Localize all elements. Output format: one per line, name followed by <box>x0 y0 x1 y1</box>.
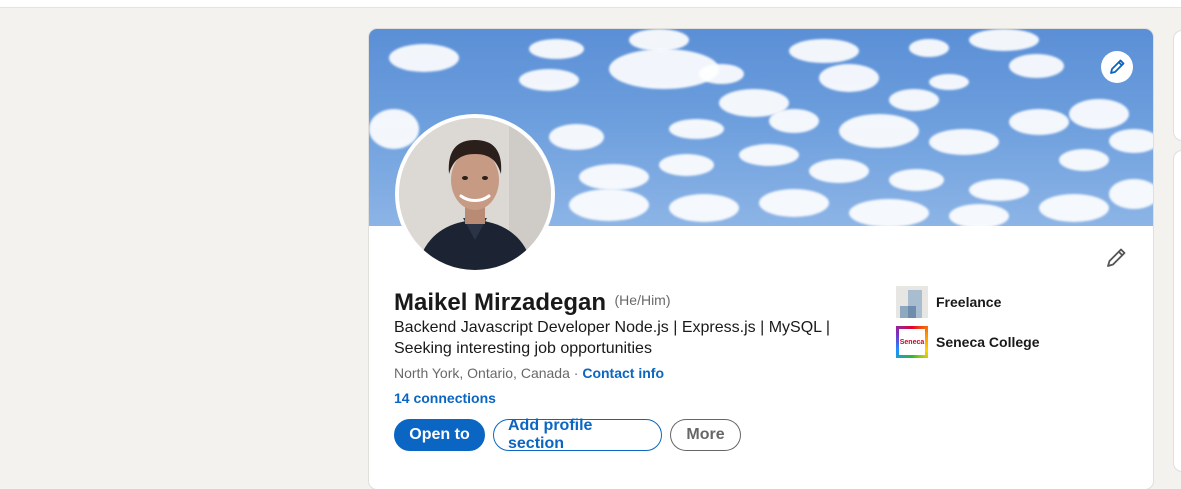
more-button[interactable]: More <box>670 419 741 451</box>
org-item-seneca[interactable]: Seneca Seneca College <box>896 326 1040 358</box>
seneca-logo: Seneca <box>896 326 928 358</box>
contact-info-link[interactable]: Contact info <box>582 365 664 381</box>
profile-photo-image <box>399 118 551 270</box>
pencil-icon <box>1107 248 1126 267</box>
edit-banner-button[interactable] <box>1101 51 1133 83</box>
side-card-bottom <box>1174 151 1181 471</box>
name-line: Maikel Mirzadegan (He/Him) <box>394 289 671 317</box>
profile-actions: Open to Add profile section More <box>394 417 741 452</box>
freelance-logo <box>896 286 928 318</box>
connections-link[interactable]: 14 connections <box>394 390 496 406</box>
separator: · <box>569 365 583 381</box>
open-to-button[interactable]: Open to <box>394 419 485 451</box>
profile-photo[interactable] <box>395 114 555 274</box>
add-profile-section-button[interactable]: Add profile section <box>493 417 662 452</box>
org-name-seneca: Seneca College <box>936 334 1040 350</box>
profile-top-card: Maikel Mirzadegan (He/Him) Backend Javas… <box>369 29 1153 489</box>
location-line: North York, Ontario, Canada · Contact in… <box>394 365 664 381</box>
org-item-freelance[interactable]: Freelance <box>896 286 1001 318</box>
edit-intro-button[interactable] <box>1103 245 1129 271</box>
seneca-logo-text: Seneca <box>899 338 925 346</box>
global-nav-strip <box>0 0 1181 8</box>
profile-name: Maikel Mirzadegan <box>394 289 607 316</box>
org-name-freelance: Freelance <box>936 294 1002 310</box>
side-card-top <box>1174 31 1181 140</box>
profile-headline: Backend Javascript Developer Node.js | E… <box>394 319 831 357</box>
pencil-icon <box>1110 59 1125 74</box>
location-text: North York, Ontario, Canada <box>394 365 570 381</box>
pronouns: (He/Him) <box>614 292 671 308</box>
